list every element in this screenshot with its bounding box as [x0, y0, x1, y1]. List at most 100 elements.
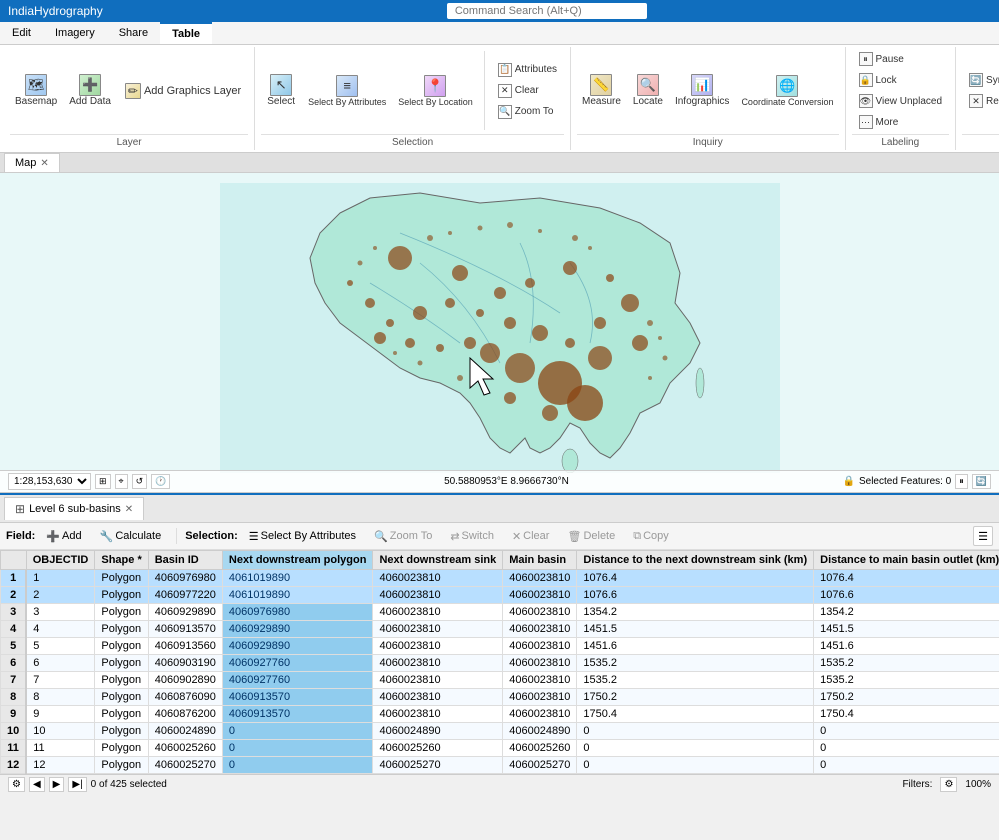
table-cell: 4060913570 [222, 689, 373, 706]
rotate-button[interactable]: ↺ [132, 474, 148, 489]
time-button[interactable]: 🕐 [151, 474, 170, 489]
table-row[interactable]: 22Polygon4060977220406101989040600238104… [1, 587, 999, 604]
row-number: 4 [1, 621, 27, 638]
india-map-svg [220, 183, 780, 473]
header-basin-id[interactable]: Basin ID [148, 551, 222, 570]
prev-page-button[interactable]: ◀ [29, 777, 45, 792]
add-data-button[interactable]: ➕ Add Data [64, 71, 116, 110]
table-row[interactable]: 33Polygon4060929890406097698040600238104… [1, 604, 999, 621]
add-graphics-layer-button[interactable]: ✏ Add Graphics Layer [118, 80, 248, 102]
table-tab-level6[interactable]: ⊞ Level 6 sub-basins ✕ [4, 497, 144, 520]
add-data-icon: ➕ [79, 74, 101, 96]
calculate-button[interactable]: 🔧 Calculate [93, 527, 169, 546]
table-cell: 0 [577, 740, 814, 757]
table-row[interactable]: 77Polygon4060902890406092776040600238104… [1, 672, 999, 689]
map-tab[interactable]: Map ✕ [4, 153, 60, 172]
map-area[interactable]: 1:28,153,630 ⊞ ⌖ ↺ 🕐 50.5880953°E 8.9666… [0, 173, 999, 493]
bookmarks-button[interactable]: ⌖ [115, 474, 128, 489]
table-tab-close[interactable]: ✕ [125, 504, 133, 515]
table-row[interactable]: 1010Polygon40600248900406002489040600248… [1, 723, 999, 740]
table-cell: 1354.2 [814, 604, 999, 621]
table-row[interactable]: 99Polygon4060876200406091357040600238104… [1, 706, 999, 723]
table-row[interactable]: 11Polygon4060976980406101989040600238104… [1, 570, 999, 587]
table-cell: 1451.6 [814, 638, 999, 655]
basemap-button[interactable]: 🗺 Basemap [10, 71, 62, 110]
header-next-poly[interactable]: Next downstream polygon [222, 551, 373, 570]
table-cell: 1535.2 [577, 655, 814, 672]
nav-tools-button[interactable]: ⊞ [95, 474, 111, 489]
sync-button[interactable]: 🔄 Sync [962, 70, 999, 90]
remove-button[interactable]: ✕ Remove [962, 91, 999, 111]
select-by-location-button[interactable]: 📍 Select By Location [393, 72, 478, 110]
table-cell: 4060025270 [503, 757, 577, 774]
scale-select[interactable]: 1:28,153,630 [8, 473, 91, 490]
header-objectid[interactable]: OBJECTID [26, 551, 95, 570]
table-cell: 0 [577, 757, 814, 774]
clear-selection-button[interactable]: ✕ Clear [491, 81, 564, 101]
header-next-sink[interactable]: Next downstream sink [373, 551, 503, 570]
infographics-button[interactable]: 📊 Infographics [670, 71, 734, 110]
table-cell: 4060903190 [148, 655, 222, 672]
table-zoom-icon: 🔍 [374, 530, 388, 543]
table-row[interactable]: 1212Polygon40600252700406002527040600252… [1, 757, 999, 774]
last-page-button[interactable]: ▶| [68, 777, 86, 792]
ribbon-group-layer: 🗺 Basemap ➕ Add Data ✏ Add Graphics Laye… [4, 47, 255, 150]
table-cell: Polygon [95, 587, 148, 604]
header-dist-basin[interactable]: Distance to main basin outlet (km) [814, 551, 999, 570]
data-table-container[interactable]: OBJECTID Shape * Basin ID Next downstrea… [0, 550, 999, 774]
add-field-button[interactable]: ➕ Add [39, 527, 88, 546]
table-cell: 12 [26, 757, 95, 774]
attributes-button[interactable]: 📋 Attributes [491, 60, 564, 80]
header-main-basin[interactable]: Main basin [503, 551, 577, 570]
table-settings-button[interactable]: ⚙ [8, 777, 25, 792]
locate-button[interactable]: 🔍 Locate [628, 71, 668, 110]
header-shape[interactable]: Shape * [95, 551, 148, 570]
table-row[interactable]: 88Polygon4060876090406091357040600238104… [1, 689, 999, 706]
pause-button[interactable]: ⏸ Pause [852, 49, 950, 69]
toolbar-sep1 [176, 528, 177, 544]
filter-options-button[interactable]: ⚙ [940, 777, 957, 792]
map-tab-close[interactable]: ✕ [40, 158, 48, 169]
tab-table[interactable]: Table [160, 22, 212, 44]
tab-edit[interactable]: Edit [0, 22, 43, 44]
table-cell: 1750.4 [577, 706, 814, 723]
more-labeling-button[interactable]: ⋯ More [852, 112, 950, 132]
table-menu-button[interactable]: ☰ [973, 526, 993, 546]
zoom-to-button[interactable]: 🔍 Zoom To [491, 102, 564, 122]
table-cell: Polygon [95, 638, 148, 655]
select-attributes-icon: ≡ [336, 75, 358, 97]
infographics-icon: 📊 [691, 74, 713, 96]
coordinate-button[interactable]: 🌐 Coordinate Conversion [736, 72, 838, 110]
select-by-attributes-button[interactable]: ≡ Select By Attributes [303, 72, 391, 110]
command-search[interactable] [447, 3, 647, 19]
table-cell: 1451.5 [814, 621, 999, 638]
table-row[interactable]: 44Polygon4060913570406092989040600238104… [1, 621, 999, 638]
ribbon-group-offline: 🔄 Sync ✕ Remove ⇄ Convert ⬇ Download Map [956, 47, 999, 150]
row-number: 10 [1, 723, 27, 740]
refresh-map-button[interactable]: 🔄 [972, 474, 991, 489]
measure-button[interactable]: 📏 Measure [577, 71, 626, 110]
select-button[interactable]: ↖ Select [261, 71, 301, 110]
lock-button[interactable]: 🔒 Lock [852, 70, 950, 90]
tab-imagery[interactable]: Imagery [43, 22, 107, 44]
table-cell: 5 [26, 638, 95, 655]
view-unplaced-button[interactable]: 👁 View Unplaced [852, 91, 950, 111]
add-icon: ➕ [46, 530, 60, 543]
table-row[interactable]: 55Polygon4060913560406092989040600238104… [1, 638, 999, 655]
table-row[interactable]: 1111Polygon40600252600406002526040600252… [1, 740, 999, 757]
table-cell: 4060025270 [373, 757, 503, 774]
select-by-attrs-button[interactable]: ☰ Select By Attributes [242, 527, 363, 546]
header-dist-sink[interactable]: Distance to the next downstream sink (km… [577, 551, 814, 570]
ribbon-group-selection: ↖ Select ≡ Select By Attributes 📍 Select… [255, 47, 571, 150]
next-page-button[interactable]: ▶ [49, 777, 65, 792]
table-row[interactable]: 66Polygon4060903190406092776040600238104… [1, 655, 999, 672]
table-cell: Polygon [95, 757, 148, 774]
pause-icon: ⏸ [859, 52, 873, 66]
pause-map-button[interactable]: ⏸ [955, 474, 968, 489]
more-icon: ⋯ [859, 115, 873, 129]
table-cell: 4060976980 [148, 570, 222, 587]
table-cell: 1451.6 [577, 638, 814, 655]
table-cell: 10 [26, 723, 95, 740]
tab-share[interactable]: Share [107, 22, 160, 44]
layer-group-label: Layer [10, 134, 248, 148]
